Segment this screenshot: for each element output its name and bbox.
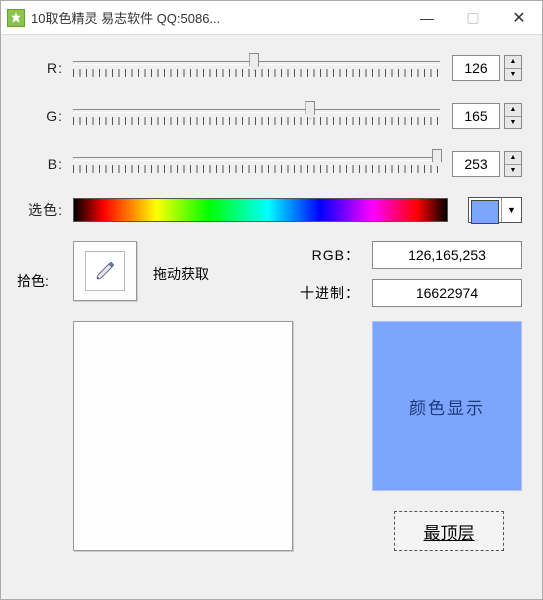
- spin-up-b[interactable]: ▲: [505, 152, 521, 165]
- lower-section: 颜色显示 最顶层: [21, 321, 522, 551]
- right-column: 颜色显示 最顶层: [313, 321, 522, 551]
- spin-up-g[interactable]: ▲: [505, 104, 521, 117]
- slider-row-g: G: ▲ ▼: [21, 101, 522, 131]
- spinner-r: ▲ ▼: [504, 55, 522, 81]
- topmost-button[interactable]: 最顶层: [394, 511, 504, 551]
- spin-down-g[interactable]: ▼: [505, 117, 521, 129]
- color-display-panel: 颜色显示: [372, 321, 522, 491]
- dropdown-arrow-icon[interactable]: ▼: [501, 198, 521, 222]
- eyedropper-button[interactable]: [85, 251, 125, 291]
- input-r[interactable]: [452, 55, 500, 81]
- slider-row-r: R: ▲ ▼: [21, 53, 522, 83]
- color-select-row: 选色: ▼: [21, 197, 522, 223]
- slider-row-b: B: ▲ ▼: [21, 149, 522, 179]
- input-g[interactable]: [452, 103, 500, 129]
- maximize-button: ▢: [450, 1, 496, 35]
- window-title: 10取色精灵 易志软件 QQ:5086...: [31, 8, 404, 27]
- client-area: R: ▲ ▼ G: ▲ ▼: [1, 35, 542, 599]
- value-fields: RGB： 十进制：: [290, 241, 522, 307]
- label-b: B:: [21, 156, 63, 172]
- rgb-field[interactable]: [372, 241, 522, 269]
- minimize-button[interactable]: —: [404, 1, 450, 35]
- spin-up-r[interactable]: ▲: [505, 56, 521, 69]
- drag-hint: 拖动获取: [153, 241, 209, 307]
- label-g: G:: [21, 108, 63, 124]
- eyedropper-icon: [93, 259, 117, 283]
- close-button[interactable]: ✕: [496, 1, 542, 35]
- eyedropper-frame: [73, 241, 137, 301]
- input-b[interactable]: [452, 151, 500, 177]
- app-window: 10取色精灵 易志软件 QQ:5086... — ▢ ✕ R: ▲ ▼ G:: [0, 0, 543, 600]
- color-swatch: [471, 200, 499, 224]
- preview-panel: [73, 321, 293, 551]
- color-display-label: 颜色显示: [409, 394, 485, 419]
- slider-r[interactable]: [73, 55, 440, 81]
- app-icon: [7, 9, 25, 27]
- decimal-field[interactable]: [372, 279, 522, 307]
- label-rgb: RGB：: [290, 245, 360, 265]
- spin-down-b[interactable]: ▼: [505, 165, 521, 177]
- label-decimal: 十进制：: [290, 283, 360, 303]
- titlebar: 10取色精灵 易志软件 QQ:5086... — ▢ ✕: [1, 1, 542, 35]
- label-pick: 拾色:: [17, 271, 49, 291]
- spinner-b: ▲ ▼: [504, 151, 522, 177]
- spinner-g: ▲ ▼: [504, 103, 522, 129]
- label-select: 选色:: [21, 200, 63, 220]
- slider-b[interactable]: [73, 151, 440, 177]
- spin-down-r[interactable]: ▼: [505, 69, 521, 81]
- mid-section: 拖动获取 RGB： 十进制：: [21, 241, 522, 307]
- color-swatch-dropdown[interactable]: ▼: [468, 197, 522, 223]
- window-controls: — ▢ ✕: [404, 1, 542, 35]
- hue-gradient-bar[interactable]: [73, 198, 448, 222]
- label-r: R:: [21, 60, 63, 76]
- slider-g[interactable]: [73, 103, 440, 129]
